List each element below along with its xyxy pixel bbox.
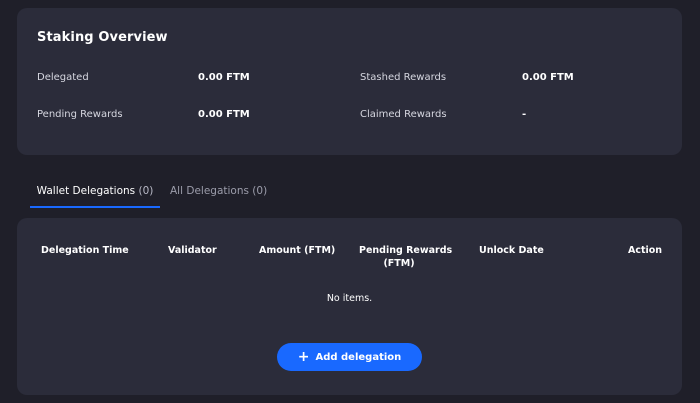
delegated-value: 0.00 FTM <box>198 72 250 83</box>
column-validator: Validator <box>168 245 217 256</box>
delegations-tabs: Wallet Delegations (0) All Delegations (… <box>30 178 330 208</box>
column-amount: Amount (FTM) <box>259 245 336 256</box>
stashed-rewards-value: 0.00 FTM <box>522 72 574 83</box>
claimed-rewards-value: - <box>522 109 527 120</box>
tab-wallet-delegations-count: (0) <box>138 185 154 197</box>
pending-rewards-value: 0.00 FTM <box>198 109 250 120</box>
tab-all-delegations[interactable]: All Delegations (0) <box>170 178 267 206</box>
delegations-table-card: Delegation Time Validator Amount (FTM) P… <box>17 218 682 395</box>
add-delegation-button[interactable]: + Add delegation <box>277 343 422 371</box>
delegated-label: Delegated <box>37 72 89 83</box>
add-delegation-label: Add delegation <box>315 351 402 363</box>
empty-table-message: No items. <box>326 293 373 304</box>
column-pending-rewards-line1: Pending Rewards <box>359 245 453 256</box>
column-pending-rewards-line2: (FTM) <box>383 258 415 269</box>
stashed-rewards-label: Stashed Rewards <box>360 72 447 83</box>
claimed-rewards-label: Claimed Rewards <box>360 109 447 120</box>
plus-icon: + <box>297 348 310 365</box>
staking-overview-card: Staking Overview Delegated 0.00 FTM Stas… <box>17 8 682 155</box>
column-action: Action <box>628 245 663 256</box>
pending-rewards-label: Pending Rewards <box>37 109 123 120</box>
tab-wallet-delegations[interactable]: Wallet Delegations (0) <box>30 178 160 208</box>
tab-wallet-delegations-label: Wallet Delegations <box>36 185 136 197</box>
overview-title: Staking Overview <box>37 30 168 45</box>
column-delegation-time: Delegation Time <box>41 245 129 256</box>
column-pending-rewards: Pending Rewards (FTM) <box>359 244 453 270</box>
staking-page: Staking Overview Delegated 0.00 FTM Stas… <box>0 0 700 403</box>
column-unlock-date: Unlock Date <box>479 245 544 256</box>
